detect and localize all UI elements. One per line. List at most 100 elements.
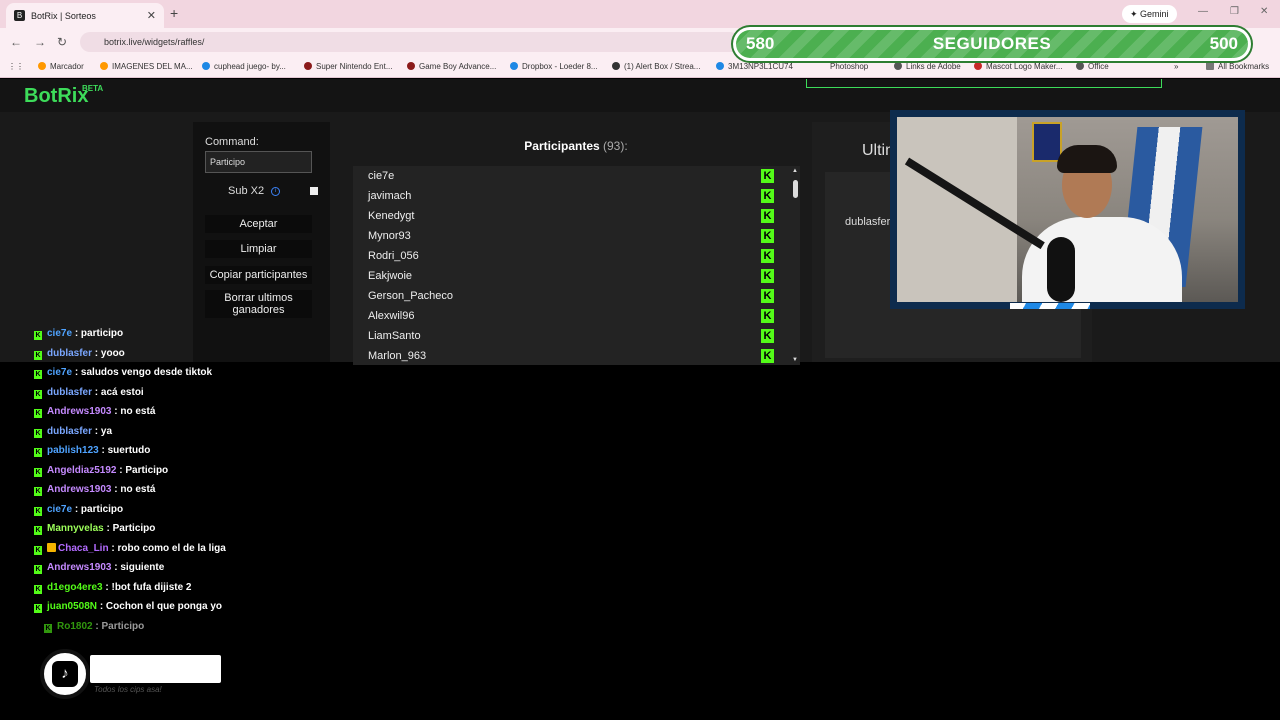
participant-name: LiamSanto bbox=[368, 330, 421, 342]
webcam-video bbox=[897, 117, 1238, 302]
bookmark-item[interactable]: Mascot Logo Maker... bbox=[974, 62, 1062, 71]
chat-username: cie7e bbox=[47, 328, 73, 339]
chat-message: K Chaca_Lin : robo como el de la liga bbox=[34, 539, 274, 559]
bookmark-label: Mascot Logo Maker... bbox=[986, 62, 1063, 71]
gemini-button[interactable]: ✦ Gemini bbox=[1122, 5, 1177, 23]
browser-tab[interactable]: B BotRix | Sorteos ✕ bbox=[6, 3, 164, 28]
close-window-icon[interactable]: ✕ bbox=[1260, 6, 1268, 17]
bookmark-item[interactable]: cuphead juego- by... bbox=[202, 62, 286, 71]
kick-logo-icon: K bbox=[34, 370, 42, 379]
chat-text: : acá estoi bbox=[94, 386, 144, 398]
bookmark-icon bbox=[894, 62, 902, 70]
info-icon[interactable]: i bbox=[271, 187, 280, 196]
webcam-door bbox=[897, 117, 1017, 302]
chat-username: cie7e bbox=[47, 503, 73, 515]
participant-name: cie7e bbox=[368, 170, 395, 182]
delete-winners-button[interactable]: Borrar ultimos ganadores bbox=[205, 290, 312, 318]
bookmark-label: Game Boy Advance... bbox=[419, 62, 497, 71]
bookmark-item[interactable]: (1) Alert Box / Strea... bbox=[612, 62, 700, 71]
participant-name: javimach bbox=[368, 190, 412, 202]
chat-username: dublasfer bbox=[47, 425, 93, 437]
scroll-down-icon[interactable]: ▼ bbox=[792, 357, 798, 363]
close-tab-icon[interactable]: ✕ bbox=[147, 9, 156, 22]
participants-scrollbar[interactable]: ▲ ▼ bbox=[790, 166, 800, 365]
chat-username: dublasfer bbox=[47, 386, 93, 398]
sub-x2-label: Sub X2 bbox=[228, 185, 265, 197]
url-field[interactable]: botrix.live/widgets/raffles/ bbox=[80, 32, 740, 52]
participant-name: Marlon_963 bbox=[368, 350, 427, 362]
scroll-up-icon[interactable]: ▲ bbox=[792, 168, 798, 174]
chat-username: Mannyvelas bbox=[47, 523, 104, 534]
apps-icon[interactable]: ⋮⋮ bbox=[8, 62, 24, 71]
minimize-icon[interactable]: — bbox=[1198, 6, 1208, 17]
chat-text: : Participo bbox=[95, 620, 145, 632]
chat-text: : siguiente bbox=[114, 562, 165, 573]
tiktok-box bbox=[90, 655, 221, 683]
bookmark-item[interactable]: Dropbox - Loeder 8... bbox=[510, 62, 598, 71]
more-bookmarks-icon[interactable]: » bbox=[1174, 62, 1178, 71]
all-bookmarks[interactable]: All Bookmarks bbox=[1206, 62, 1269, 71]
participant-row: LiamSanto K bbox=[353, 326, 790, 346]
bookmark-item[interactable]: Super Nintendo Ent... bbox=[304, 62, 393, 71]
followers-goal-fill: 580 SEGUIDORES 500 bbox=[736, 30, 1248, 58]
chat-username: Andrews1903 bbox=[47, 406, 112, 417]
chat-text: : ya bbox=[94, 425, 113, 437]
followers-label: SEGUIDORES bbox=[932, 34, 1052, 53]
participant-row: Gerson_Pacheco K bbox=[353, 286, 790, 306]
bookmark-item[interactable]: Office bbox=[1076, 62, 1109, 71]
maximize-icon[interactable]: ❐ bbox=[1230, 6, 1239, 17]
participant-row: cie7e K bbox=[353, 166, 790, 186]
chat-text: : participo bbox=[74, 328, 124, 339]
bookmark-item[interactable]: Game Boy Advance... bbox=[407, 62, 496, 71]
chat-message: Kdublasfer : ya bbox=[34, 422, 274, 442]
sub-x2-checkbox[interactable] bbox=[310, 187, 318, 195]
bookmark-item[interactable]: 3M13NP3L1CU74 bbox=[716, 62, 793, 71]
clear-button[interactable]: Limpiar bbox=[205, 240, 312, 258]
kick-logo-icon: K bbox=[761, 249, 774, 263]
accept-button[interactable]: Aceptar bbox=[205, 215, 312, 233]
tiktok-label: Todos los cips asa! bbox=[94, 685, 162, 694]
bookmark-label: Photoshop bbox=[830, 62, 869, 71]
kick-logo-icon: K bbox=[761, 269, 774, 283]
followers-current: 580 bbox=[746, 34, 775, 53]
chat-text: : !bot fufa dijiste 2 bbox=[105, 581, 192, 593]
back-icon[interactable]: ← bbox=[10, 35, 22, 49]
chat-message: Kpablish123 : suertudo bbox=[34, 441, 274, 461]
webcam-stripe bbox=[1010, 303, 1090, 309]
participant-name: Mynor93 bbox=[368, 230, 411, 242]
bookmark-item[interactable]: Photoshop bbox=[830, 62, 868, 71]
bookmark-label: cuphead juego- by... bbox=[214, 62, 286, 71]
participant-name: Alexwil96 bbox=[368, 310, 415, 322]
command-input[interactable] bbox=[205, 151, 312, 173]
chat-text: : Participo bbox=[106, 523, 156, 534]
bookmark-item[interactable]: IMAGENES DEL MA... bbox=[100, 62, 193, 71]
botrix-logo[interactable]: BotRix bbox=[24, 85, 88, 108]
bookmark-icon bbox=[716, 62, 724, 70]
kick-logo-icon: K bbox=[34, 487, 42, 496]
winner-name: dublasfer bbox=[845, 216, 891, 228]
participant-name: Gerson_Pacheco bbox=[368, 290, 453, 302]
chat-message: Kdublasfer : acá estoi bbox=[34, 383, 274, 403]
participants-list[interactable]: cie7e Kjavimach K Kenedygt K Mynor93 K Rodri_05… bbox=[353, 166, 790, 365]
new-tab-icon[interactable]: + bbox=[170, 5, 178, 21]
kick-logo-icon: K bbox=[34, 506, 42, 516]
bookmark-item[interactable]: Links de Adobe bbox=[894, 62, 961, 71]
chat-username: juan0508N bbox=[47, 601, 98, 612]
bookmark-icon bbox=[510, 62, 518, 70]
forward-icon[interactable]: → bbox=[34, 35, 46, 49]
kick-logo-icon: K bbox=[34, 604, 42, 613]
chat-username: d1ego4ere3 bbox=[47, 581, 103, 593]
chat-message: Kcie7e : participo bbox=[34, 500, 274, 520]
kick-logo-icon: K bbox=[761, 209, 774, 223]
bookmark-item[interactable]: Marcador bbox=[38, 62, 84, 71]
chat-text: : yooo bbox=[94, 347, 125, 359]
copy-participants-button[interactable]: Copiar participantes bbox=[205, 266, 312, 284]
scrollbar-thumb[interactable] bbox=[793, 180, 798, 198]
bookmark-icon bbox=[202, 62, 210, 70]
chat-message: Kdublasfer : yooo bbox=[34, 344, 274, 364]
bookmark-label: Super Nintendo Ent... bbox=[316, 62, 393, 71]
reload-icon[interactable]: ↻ bbox=[57, 35, 67, 49]
chat-text: : robo como el de la liga bbox=[111, 542, 226, 554]
kick-logo-icon: K bbox=[34, 331, 42, 340]
microphone-icon bbox=[1047, 237, 1075, 302]
